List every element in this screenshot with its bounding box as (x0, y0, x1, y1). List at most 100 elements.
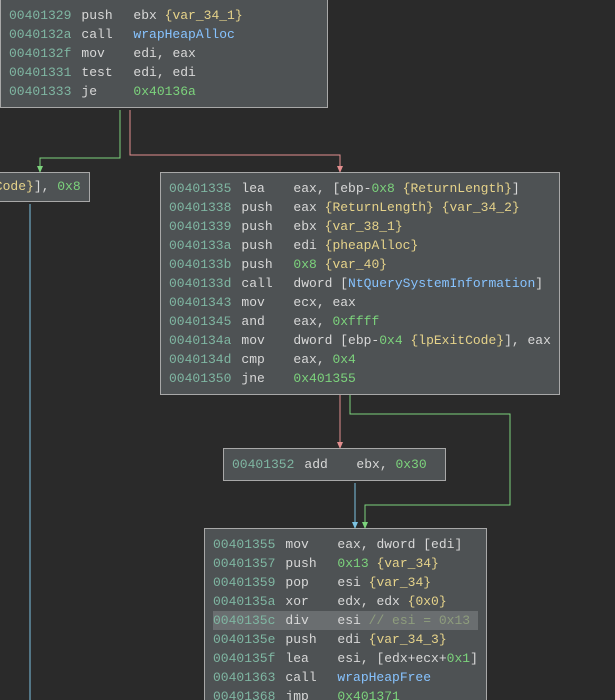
asm-row[interactable]: 00401333je0x40136a (9, 82, 319, 101)
addr: 0040134d (169, 350, 241, 369)
operands: edx, edx {0x0} (337, 592, 446, 611)
basic-block-5[interactable]: 00401355moveax, dword [edi]00401357push0… (204, 528, 487, 700)
operands: wrapHeapFree (337, 668, 431, 687)
operands: edi, edi (133, 63, 195, 82)
basic-block-partial-left[interactable]: lpExitCode}], 0x8 (0, 172, 90, 202)
basic-block-3[interactable]: 00401335leaeax, [ebp-0x8 {ReturnLength}]… (160, 172, 560, 395)
operands: eax, [ebp-0x8 {ReturnLength}] (293, 179, 519, 198)
asm-row[interactable]: 0040133dcalldword [NtQuerySystemInformat… (169, 274, 551, 293)
mnemonic: cmp (241, 350, 293, 369)
operands: eax {ReturnLength} {var_34_2} (293, 198, 519, 217)
operands: ebx {var_34_1} (133, 6, 242, 25)
operands: edi {var_34_3} (337, 630, 446, 649)
asm-row[interactable]: 0040135cdivesi // esi = 0x13 (213, 611, 478, 630)
operands: edi {pheapAlloc} (293, 236, 418, 255)
operands: dword [NtQuerySystemInformation] (293, 274, 543, 293)
addr: 00401335 (169, 179, 241, 198)
addr: 00401350 (169, 369, 241, 388)
basic-block-4[interactable]: 00401352addebx, 0x30 (223, 448, 446, 481)
operands: edi, eax (133, 44, 195, 63)
addr: 00401357 (213, 554, 285, 573)
addr: 00401352 (232, 455, 304, 474)
mnemonic: jne (241, 369, 293, 388)
asm-row[interactable]: 00401355moveax, dword [edi] (213, 535, 478, 554)
operands: eax, 0x4 (293, 350, 355, 369)
mnemonic: pop (285, 573, 337, 592)
asm-row[interactable]: 00401363callwrapHeapFree (213, 668, 478, 687)
addr: 00401331 (9, 63, 81, 82)
asm-row[interactable]: 00401329pushebx {var_34_1} (9, 6, 319, 25)
operands: wrapHeapAlloc (133, 25, 234, 44)
asm-row[interactable]: 00401331testedi, edi (9, 63, 319, 82)
operands: eax, dword [edi] (337, 535, 462, 554)
asm-row[interactable]: 00401368jmp0x401371 (213, 687, 478, 700)
addr: 00401363 (213, 668, 285, 687)
mnemonic: lea (285, 649, 337, 668)
asm-row[interactable]: 0040135fleaesi, [edx+ecx+0x1] (213, 649, 478, 668)
addr: 0040132a (9, 25, 81, 44)
operands: esi // esi = 0x13 (337, 611, 470, 630)
asm-row[interactable]: 00401343movecx, eax (169, 293, 551, 312)
addr: 0040133b (169, 255, 241, 274)
mnemonic: test (81, 63, 133, 82)
operands: 0x40136a (133, 82, 195, 101)
asm-row[interactable]: 00401357push0x13 {var_34} (213, 554, 478, 573)
asm-row[interactable]: 0040135epushedi {var_34_3} (213, 630, 478, 649)
mnemonic: mov (241, 331, 293, 350)
asm-row[interactable]: 00401339pushebx {var_38_1} (169, 217, 551, 236)
mnemonic: add (304, 455, 356, 474)
mnemonic: call (285, 668, 337, 687)
addr: 00401339 (169, 217, 241, 236)
mnemonic: and (241, 312, 293, 331)
addr: 0040135e (213, 630, 285, 649)
addr: 00401368 (213, 687, 285, 700)
addr: 0040135c (213, 611, 285, 630)
mnemonic: push (285, 554, 337, 573)
mnemonic: div (285, 611, 337, 630)
operands: 0x13 {var_34} (337, 554, 438, 573)
addr: 00401333 (9, 82, 81, 101)
asm-row[interactable]: 00401335leaeax, [ebp-0x8 {ReturnLength}] (169, 179, 551, 198)
asm-row[interactable]: 00401359popesi {var_34} (213, 573, 478, 592)
addr: 0040134a (169, 331, 241, 350)
addr: 00401355 (213, 535, 285, 554)
operands: esi, [edx+ecx+0x1] (337, 649, 477, 668)
asm-row[interactable]: 00401350jne0x401355 (169, 369, 551, 388)
asm-row[interactable]: 0040135axoredx, edx {0x0} (213, 592, 478, 611)
asm-row[interactable]: 0040133bpush0x8 {var_40} (169, 255, 551, 274)
operands: ecx, eax (293, 293, 355, 312)
basic-block-1[interactable]: 00401329pushebx {var_34_1}0040132acallwr… (0, 0, 328, 108)
mnemonic: jmp (285, 687, 337, 700)
asm-row[interactable]: 00401352addebx, 0x30 (232, 455, 437, 474)
addr: 0040133a (169, 236, 241, 255)
operands: eax, 0xffff (293, 312, 379, 331)
addr: 00401345 (169, 312, 241, 331)
asm-row[interactable]: 00401338pusheax {ReturnLength} {var_34_2… (169, 198, 551, 217)
asm-row[interactable]: 0040133apushedi {pheapAlloc} (169, 236, 551, 255)
mnemonic: je (81, 82, 133, 101)
asm-row[interactable]: 0040132acallwrapHeapAlloc (9, 25, 319, 44)
addr: 00401329 (9, 6, 81, 25)
operands: dword [ebp-0x4 {lpExitCode}], eax (293, 331, 550, 350)
addr: 0040135a (213, 592, 285, 611)
operands: ebx, 0x30 (356, 455, 426, 474)
mnemonic: xor (285, 592, 337, 611)
asm-row[interactable]: 0040134amovdword [ebp-0x4 {lpExitCode}],… (169, 331, 551, 350)
asm-row[interactable]: 0040132fmovedi, eax (9, 44, 319, 63)
mnemonic: push (241, 217, 293, 236)
addr: 00401359 (213, 573, 285, 592)
mnemonic: push (241, 198, 293, 217)
asm-row[interactable]: lpExitCode}], 0x8 (0, 177, 81, 196)
addr: 0040133d (169, 274, 241, 293)
mnemonic: push (81, 6, 133, 25)
mnemonic: push (285, 630, 337, 649)
mnemonic: call (81, 25, 133, 44)
addr: 0040132f (9, 44, 81, 63)
addr: 00401343 (169, 293, 241, 312)
asm-row[interactable]: 0040134dcmpeax, 0x4 (169, 350, 551, 369)
operands: 0x8 {var_40} (293, 255, 387, 274)
mnemonic: push (241, 236, 293, 255)
operands: esi {var_34} (337, 573, 431, 592)
asm-row[interactable]: 00401345andeax, 0xffff (169, 312, 551, 331)
mnemonic: push (241, 255, 293, 274)
